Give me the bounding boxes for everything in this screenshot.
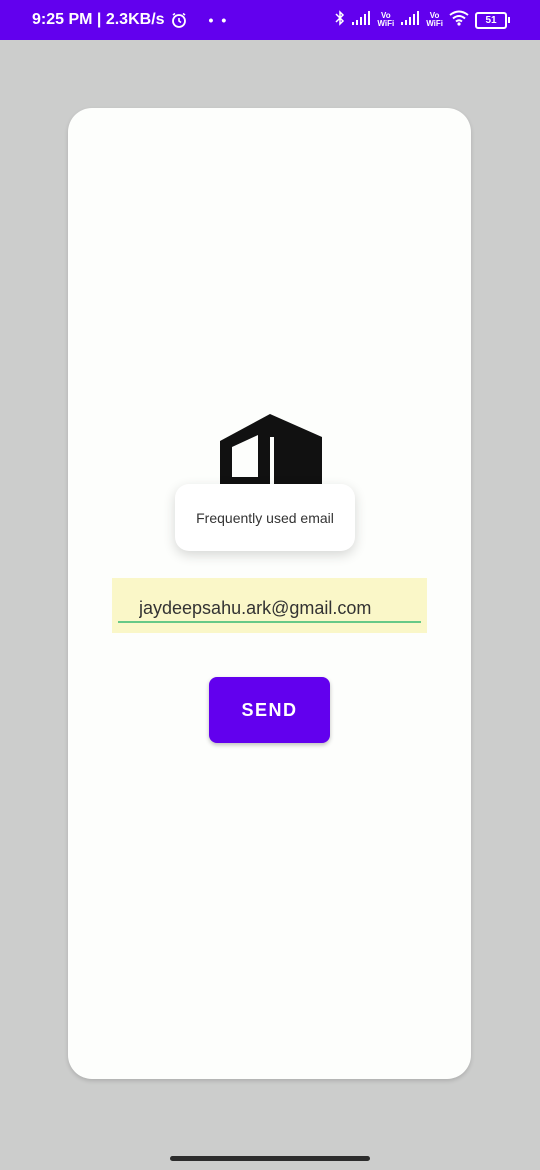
status-left: 9:25 PM | 2.3KB/s • • <box>32 0 228 40</box>
vowifi-bottom: WiFi <box>426 19 443 28</box>
wifi-icon <box>449 10 469 31</box>
battery-tip <box>508 17 510 23</box>
status-time: 9:25 PM | 2.3KB/s <box>32 11 165 28</box>
send-button[interactable]: SEND <box>209 677 330 743</box>
vowifi-label-2: Vo WiFi <box>426 12 443 28</box>
email-input[interactable] <box>118 586 418 630</box>
notification-dots: • • <box>208 12 229 28</box>
vowifi-label-1: Vo WiFi <box>377 12 394 28</box>
status-bar: 9:25 PM | 2.3KB/s • • Vo WiFi Vo WiFi 51 <box>0 0 540 40</box>
bluetooth-icon <box>335 9 345 31</box>
email-underline <box>118 621 421 623</box>
battery-level: 51 <box>475 11 507 29</box>
email-field[interactable] <box>112 578 427 633</box>
autofill-suggestion-tooltip[interactable]: Frequently used email <box>175 484 355 551</box>
main-card: Frequently used email SEND <box>68 108 471 1079</box>
tooltip-text: Frequently used email <box>196 509 334 526</box>
vowifi-bottom: WiFi <box>377 19 395 28</box>
alarm-icon <box>171 12 187 28</box>
home-indicator[interactable] <box>170 1156 370 1161</box>
status-right: Vo WiFi Vo WiFi 51 <box>335 0 510 40</box>
signal-icon <box>351 10 371 30</box>
battery-icon: 51 <box>475 11 510 29</box>
signal-icon <box>400 10 420 30</box>
